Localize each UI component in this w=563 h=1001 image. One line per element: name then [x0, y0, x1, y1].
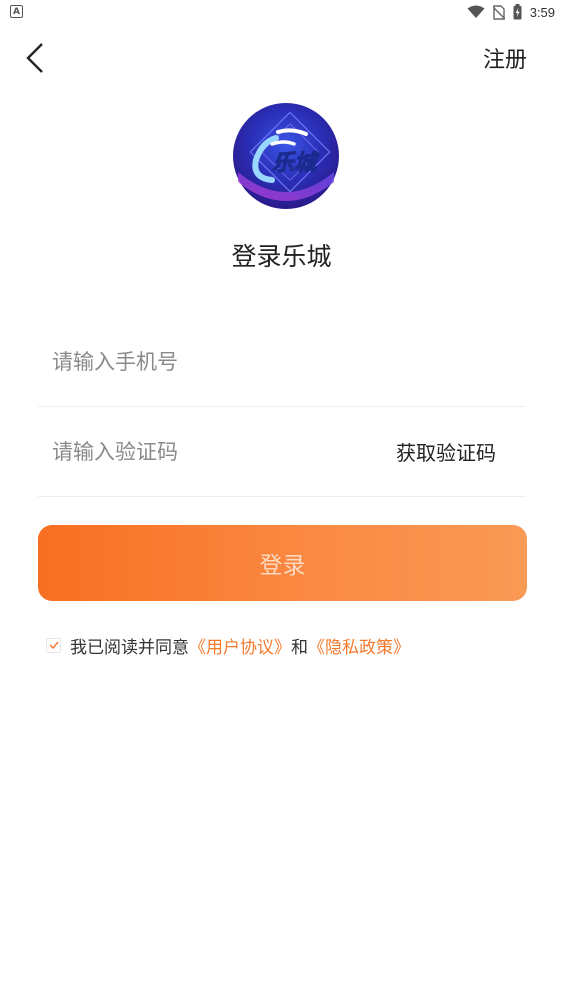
logo-text: 乐城	[272, 151, 320, 176]
back-button[interactable]	[18, 38, 52, 78]
page-title: 登录乐城	[231, 242, 332, 271]
verification-code-input[interactable]	[52, 407, 372, 497]
user-agreement-link[interactable]: 《用户协议》	[189, 633, 291, 658]
verification-code-field: 获取验证码	[38, 407, 526, 497]
no-sim-icon	[492, 4, 505, 20]
login-button[interactable]: 登录	[38, 525, 527, 601]
status-icons: 3:59	[467, 3, 555, 21]
notification-a-icon: A	[10, 5, 23, 18]
agreement-conjunction: 和	[291, 637, 308, 658]
wifi-icon	[467, 5, 485, 18]
status-bar: A 3:59	[0, 0, 563, 24]
agreement-row: 我已阅读并同意 《用户协议》 和 《隐私政策》	[46, 632, 410, 658]
get-code-button[interactable]: 获取验证码	[396, 437, 496, 466]
check-icon	[49, 641, 59, 649]
phone-field	[38, 317, 526, 407]
status-time: 3:59	[529, 4, 555, 20]
phone-input[interactable]	[52, 317, 372, 407]
battery-icon	[513, 4, 522, 20]
chevron-left-icon	[26, 43, 43, 73]
agreement-checkbox[interactable]	[46, 637, 61, 653]
agreement-prefix: 我已阅读并同意	[70, 637, 189, 658]
top-bar: 注册	[0, 30, 563, 86]
privacy-policy-link[interactable]: 《隐私政策》	[308, 633, 410, 658]
register-button[interactable]: 注册	[483, 42, 527, 74]
app-logo: 乐城	[232, 102, 340, 210]
